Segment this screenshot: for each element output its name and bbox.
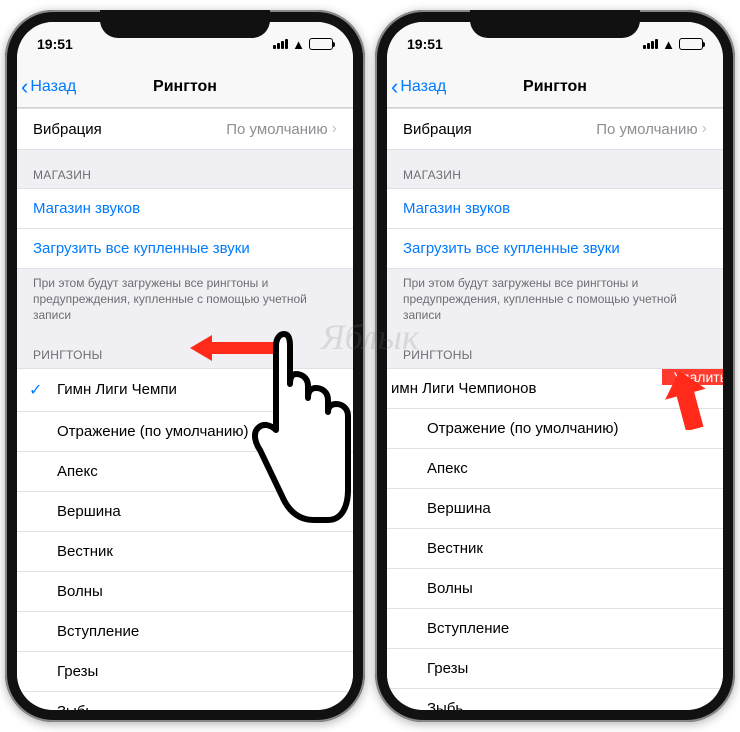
vibration-row[interactable]: Вибрация По умолчанию ›	[17, 108, 353, 150]
screen-right: 19:51 ▲ ‹ Назад Рингтон Вибрация По умол…	[387, 22, 723, 710]
notch	[470, 10, 640, 38]
ringtone-item[interactable]: Вступление	[387, 609, 723, 649]
status-right: ▲	[273, 37, 333, 52]
back-button[interactable]: ‹ Назад	[391, 76, 446, 98]
signal-icon	[643, 39, 658, 49]
ringtone-item[interactable]: Волны	[387, 569, 723, 609]
store-header: МАГАЗИН	[387, 150, 723, 188]
ringtone-item[interactable]: Апекс	[387, 449, 723, 489]
pointing-up-arrow-icon	[662, 370, 712, 430]
chevron-right-icon: ›	[332, 120, 337, 138]
back-label: Назад	[400, 78, 446, 96]
chevron-left-icon: ‹	[391, 76, 398, 98]
chevron-left-icon: ‹	[21, 76, 28, 98]
vibration-label: Вибрация	[33, 121, 226, 138]
store-footer: При этом будут загружены все рингтоны и …	[387, 269, 723, 330]
vibration-value: По умолчанию	[226, 121, 327, 138]
ringtone-item[interactable]: Вестник	[387, 529, 723, 569]
download-purchased-link[interactable]: Загрузить все купленные звуки	[387, 229, 723, 269]
sound-store-link[interactable]: Магазин звуков	[17, 188, 353, 229]
status-time: 19:51	[37, 36, 73, 52]
nav-bar: ‹ Назад Рингтон	[17, 66, 353, 108]
phone-right: 19:51 ▲ ‹ Назад Рингтон Вибрация По умол…	[375, 10, 735, 722]
back-button[interactable]: ‹ Назад	[21, 76, 76, 98]
vibration-label: Вибрация	[403, 121, 596, 138]
store-header: МАГАЗИН	[17, 150, 353, 188]
status-time: 19:51	[407, 36, 443, 52]
ringtones-header: РИНГТОНЫ	[387, 330, 723, 368]
wifi-icon: ▲	[662, 37, 675, 52]
ringtone-item[interactable]: Зыбь	[17, 692, 353, 710]
signal-icon	[273, 39, 288, 49]
ringtone-item[interactable]: Грезы	[387, 649, 723, 689]
ringtone-item[interactable]: Вступление	[17, 612, 353, 652]
page-title: Рингтон	[523, 78, 587, 96]
battery-icon	[309, 38, 333, 50]
ringtone-label: имн Лиги Чемпионов	[391, 380, 662, 397]
vibration-value: По умолчанию	[596, 121, 697, 138]
download-purchased-link[interactable]: Загрузить все купленные звуки	[17, 229, 353, 269]
nav-bar: ‹ Назад Рингтон	[387, 66, 723, 108]
chevron-right-icon: ›	[702, 120, 707, 138]
wifi-icon: ▲	[292, 37, 305, 52]
ringtone-item[interactable]: Зыбь	[387, 689, 723, 710]
battery-icon	[679, 38, 703, 50]
notch	[100, 10, 270, 38]
back-label: Назад	[30, 78, 76, 96]
ringtone-item[interactable]: Волны	[17, 572, 353, 612]
ringtone-item[interactable]: Грезы	[17, 652, 353, 692]
page-title: Рингтон	[153, 78, 217, 96]
status-right: ▲	[643, 37, 703, 52]
vibration-row[interactable]: Вибрация По умолчанию ›	[387, 108, 723, 150]
pointing-hand-icon	[236, 320, 356, 545]
checkmark-icon: ✓	[29, 380, 57, 400]
ringtone-item[interactable]: Вершина	[387, 489, 723, 529]
sound-store-link[interactable]: Магазин звуков	[387, 188, 723, 229]
